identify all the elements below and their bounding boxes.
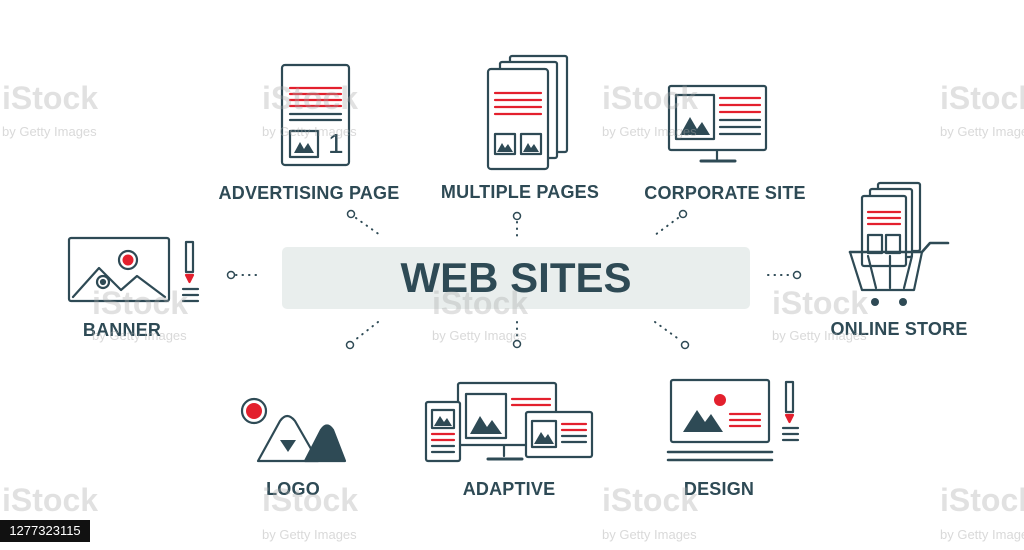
connector-advertising-page	[355, 217, 381, 236]
center-title-box: WEB SITES	[282, 247, 750, 309]
label-adaptive: ADAPTIVE	[462, 479, 556, 499]
label-logo: LOGO	[266, 479, 320, 499]
multiple-pages-icon	[486, 54, 569, 171]
adaptive-icon	[424, 381, 594, 463]
label-online-store: ONLINE STORE	[830, 319, 968, 339]
logo-icon	[240, 397, 347, 463]
online-store-icon	[848, 181, 950, 306]
label-corporate-site: CORPORATE SITE	[644, 183, 806, 203]
corporate-site-icon	[667, 84, 768, 163]
stock-id-badge: 1277323115	[0, 520, 90, 542]
label-advertising-page: ADVERTISING PAGE	[218, 183, 400, 203]
label-multiple-pages: MULTIPLE PAGES	[440, 182, 600, 202]
design-icon	[666, 378, 800, 462]
label-design: DESIGN	[683, 479, 755, 499]
advertising-page-badge: 1	[328, 128, 344, 159]
label-banner: BANNER	[82, 320, 162, 340]
connector-design	[654, 321, 681, 341]
banner-icon	[67, 236, 200, 303]
diagram-title: WEB SITES	[400, 254, 632, 301]
connector-corporate-site	[654, 217, 679, 236]
connector-logo	[354, 321, 379, 341]
